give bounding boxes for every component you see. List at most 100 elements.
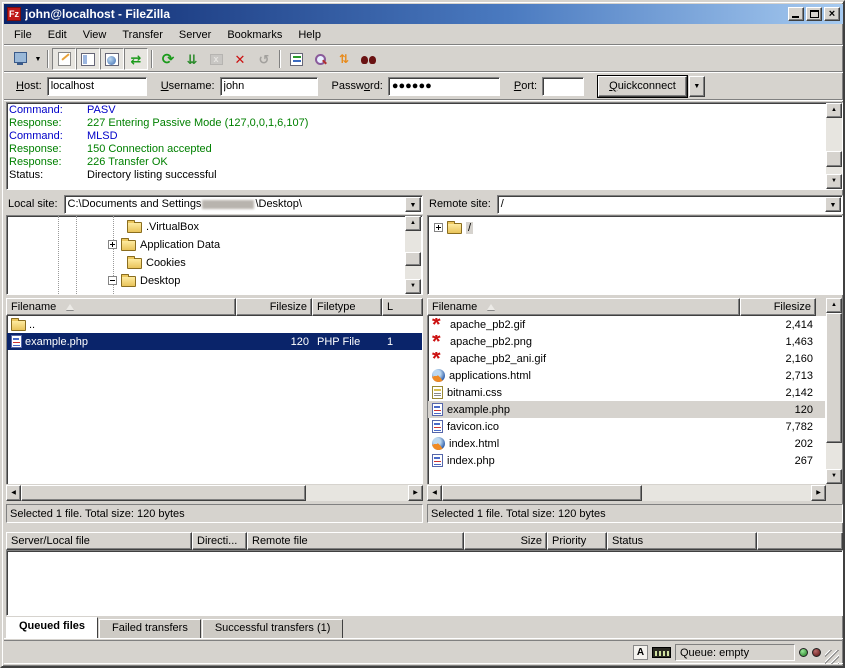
remote-hscrollbar[interactable]: ◀ ▶ — [427, 485, 826, 501]
file-row[interactable]: apache_pb2.gif 2,414 — [428, 316, 825, 333]
scroll-down-icon[interactable]: ▼ — [826, 174, 842, 189]
log-scrollbar[interactable]: ▲ ▼ — [826, 103, 842, 189]
column-filesize[interactable]: Filesize — [740, 298, 816, 316]
tab-successful-transfers[interactable]: Successful transfers (1) — [202, 619, 344, 638]
tree-item-desktop[interactable]: Desktop — [108, 272, 180, 289]
column-filename[interactable]: Filename — [6, 298, 236, 316]
column-filetype[interactable]: Filetype — [312, 298, 382, 316]
collapse-icon[interactable] — [108, 276, 117, 285]
resize-grip[interactable] — [825, 650, 839, 664]
menu-view[interactable]: View — [75, 27, 115, 43]
file-row[interactable]: applications.html 2,713 — [428, 367, 825, 384]
menu-server[interactable]: Server — [171, 27, 219, 43]
scroll-right-icon[interactable]: ▶ — [811, 485, 826, 501]
scroll-up-icon[interactable]: ▲ — [826, 103, 842, 118]
site-manager-dropdown[interactable]: ▼ — [32, 48, 44, 70]
scroll-thumb[interactable] — [826, 313, 842, 443]
remote-vscrollbar[interactable]: ▲ ▼ — [826, 298, 842, 484]
close-button[interactable]: × — [824, 7, 840, 21]
filter-button[interactable] — [284, 48, 308, 70]
scroll-left-icon[interactable]: ◀ — [6, 485, 21, 501]
maximize-button[interactable] — [806, 7, 822, 21]
minimize-button[interactable] — [788, 7, 804, 21]
menu-file[interactable]: File — [6, 27, 40, 43]
process-queue-button[interactable]: ⇊ — [180, 48, 204, 70]
column-server-local-file[interactable]: Server/Local file — [6, 532, 192, 550]
title-bar[interactable]: Fz john@localhost - FileZilla × — [4, 4, 843, 24]
message-log[interactable]: Command:PASV Response:227 Entering Passi… — [6, 102, 843, 190]
disconnect-button[interactable]: ✕ — [228, 48, 252, 70]
tree-item-cookies[interactable]: Cookies — [127, 254, 186, 271]
username-input[interactable] — [220, 77, 318, 96]
local-path: C:\Documents and Settings\Desktop\ — [68, 198, 302, 210]
file-row[interactable]: apache_pb2_ani.gif 2,160 — [428, 350, 825, 367]
column-lastmodified[interactable]: L — [382, 298, 423, 316]
host-input[interactable] — [47, 77, 147, 96]
toggle-remote-tree-button[interactable] — [100, 48, 124, 70]
remote-tree[interactable]: / — [427, 215, 843, 295]
file-row[interactable]: apache_pb2.png 1,463 — [428, 333, 825, 350]
file-row-example-php[interactable]: example.php 120 PHP File 1 — [7, 333, 422, 350]
menu-edit[interactable]: Edit — [40, 27, 75, 43]
port-input[interactable] — [542, 77, 584, 96]
scroll-thumb[interactable] — [21, 485, 306, 501]
local-site-combobox[interactable]: C:\Documents and Settings\Desktop\ ▼ — [64, 195, 423, 214]
column-filesize[interactable]: Filesize — [236, 298, 312, 316]
remote-file-list[interactable]: apache_pb2.gif 2,414 apache_pb2.png 1,46… — [427, 316, 826, 484]
file-row-parent[interactable]: .. — [7, 316, 422, 333]
scroll-thumb[interactable] — [442, 485, 642, 501]
local-hscrollbar[interactable]: ◀ ▶ — [6, 485, 423, 501]
scroll-down-icon[interactable]: ▼ — [826, 469, 842, 484]
queue-list[interactable] — [6, 550, 843, 616]
column-size[interactable]: Size — [464, 532, 547, 550]
tree-item-application-data[interactable]: Application Data — [108, 236, 220, 253]
remote-site-combobox[interactable]: / ▼ — [497, 195, 843, 214]
password-input[interactable] — [388, 77, 500, 96]
menu-help[interactable]: Help — [290, 27, 329, 43]
site-manager-button[interactable] — [8, 48, 32, 70]
tab-failed-transfers[interactable]: Failed transfers — [99, 619, 201, 638]
file-row-selected[interactable]: example.php 120 — [428, 401, 825, 418]
local-tree[interactable]: .VirtualBox Application Data Cookies Des… — [6, 215, 423, 295]
directory-comparison-button[interactable] — [308, 48, 332, 70]
find-files-button[interactable] — [356, 48, 380, 70]
local-file-list[interactable]: .. example.php 120 PHP File 1 — [6, 316, 423, 484]
scroll-up-icon[interactable]: ▲ — [826, 298, 842, 313]
menu-bookmarks[interactable]: Bookmarks — [219, 27, 290, 43]
scroll-right-icon[interactable]: ▶ — [408, 485, 423, 501]
tree-item-virtualbox[interactable]: .VirtualBox — [127, 218, 199, 235]
file-row[interactable]: index.html 202 — [428, 435, 825, 452]
local-tree-scrollbar[interactable]: ▲ ▼ — [405, 216, 421, 294]
scroll-thumb[interactable] — [405, 252, 421, 266]
scroll-down-icon[interactable]: ▼ — [405, 279, 421, 294]
quickconnect-dropdown[interactable]: ▼ — [689, 76, 705, 97]
refresh-button[interactable]: ⟳ — [156, 48, 180, 70]
menu-transfer[interactable]: Transfer — [114, 27, 171, 43]
combo-dropdown-icon[interactable]: ▼ — [825, 197, 841, 212]
column-priority[interactable]: Priority — [547, 532, 607, 550]
column-status[interactable]: Status — [607, 532, 757, 550]
scroll-thumb[interactable] — [826, 151, 842, 167]
file-row[interactable]: favicon.ico 7,782 — [428, 418, 825, 435]
speedlimit-indicator-icon[interactable] — [652, 647, 671, 658]
tab-queued-files[interactable]: Queued files — [6, 617, 98, 638]
expand-icon[interactable] — [434, 223, 443, 232]
queue-status-box: Queue: empty — [675, 644, 795, 661]
datatype-indicator-icon[interactable]: A — [633, 645, 648, 660]
synchronized-browsing-button[interactable]: ⇅ — [332, 48, 356, 70]
scroll-left-icon[interactable]: ◀ — [427, 485, 442, 501]
toggle-local-tree-button[interactable] — [76, 48, 100, 70]
toggle-queue-button[interactable]: ⇄ — [124, 48, 148, 70]
column-filename[interactable]: Filename — [427, 298, 740, 316]
column-remote-file[interactable]: Remote file — [247, 532, 464, 550]
combo-dropdown-icon[interactable]: ▼ — [405, 197, 421, 212]
toggle-log-button[interactable] — [52, 48, 76, 70]
column-direction[interactable]: Directi... — [192, 532, 247, 550]
tree-item-root[interactable]: / — [434, 219, 473, 236]
scroll-up-icon[interactable]: ▲ — [405, 216, 421, 231]
expand-icon[interactable] — [108, 240, 117, 249]
quickconnect-button[interactable]: Quickconnect — [598, 76, 687, 97]
file-row[interactable]: bitnami.css 2,142 — [428, 384, 825, 401]
remote-status-text: Selected 1 file. Total size: 120 bytes — [427, 504, 843, 523]
file-row[interactable]: index.php 267 — [428, 452, 825, 469]
